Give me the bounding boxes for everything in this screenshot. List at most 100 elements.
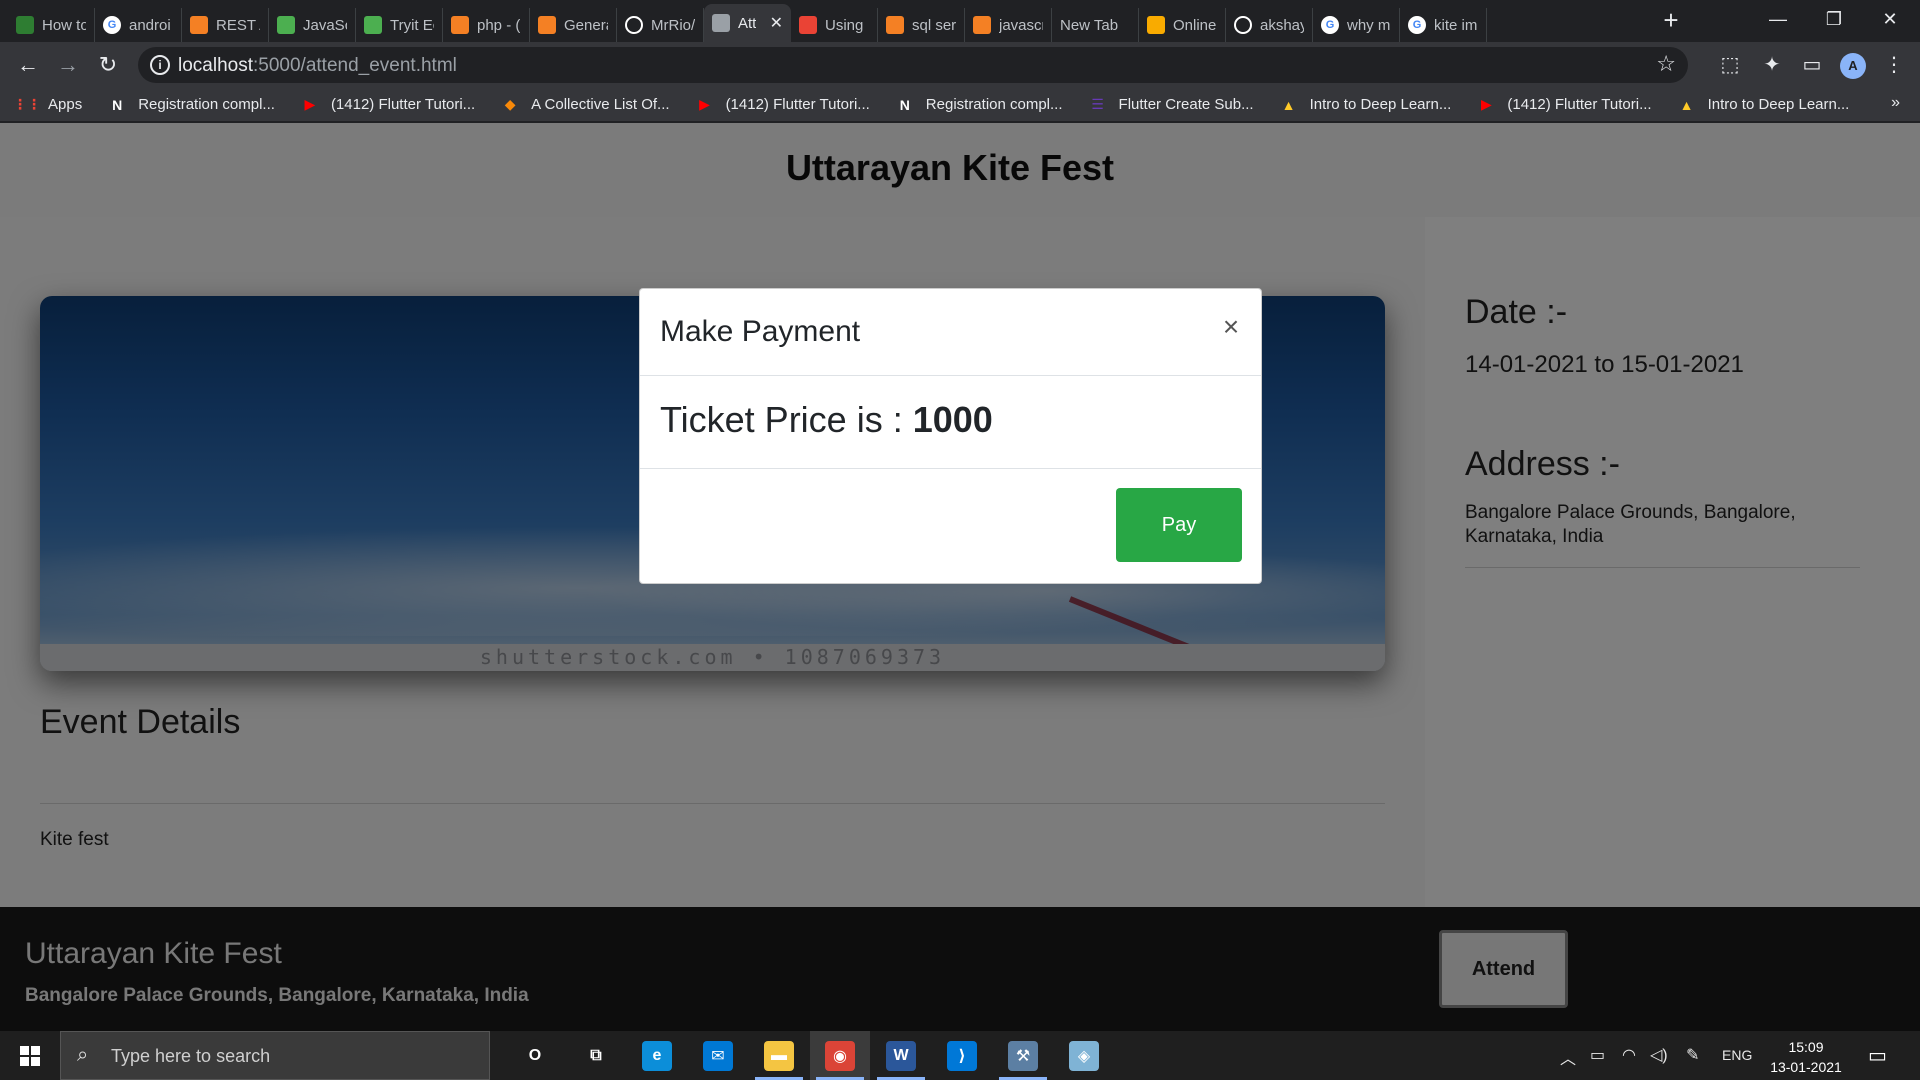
url-host: localhost <box>178 55 253 76</box>
taskbar-app[interactable]: ▬ <box>749 1031 809 1080</box>
bookmark-label: Registration compl... <box>138 96 275 113</box>
bookmark-label: (1412) Flutter Tutori... <box>1507 96 1652 113</box>
notification-center-icon[interactable]: ▭ <box>1868 1043 1887 1068</box>
stackoverflow-icon <box>973 16 991 34</box>
tab-label: Online <box>1173 16 1217 34</box>
browser-tab[interactable]: REST A <box>182 8 269 42</box>
bookmark-item[interactable]: ▶ (1412) Flutter Tutori... <box>696 96 870 114</box>
youtube-icon: ▶ <box>1480 96 1492 112</box>
edge-icon: e <box>642 1040 672 1071</box>
bookmark-item[interactable]: N Registration compl... <box>108 96 275 114</box>
close-tab-icon[interactable]: ✕ <box>770 13 783 33</box>
firebase-icon: ▲ <box>1679 96 1694 113</box>
url-text[interactable]: localhost:5000/attend_event.html <box>178 55 457 77</box>
bookmark-item[interactable]: N Registration compl... <box>896 96 1063 114</box>
new-tab-button[interactable]: + <box>1656 6 1686 36</box>
taskbar-app[interactable]: ◉ <box>810 1031 870 1080</box>
bookmark-item[interactable]: ☰ Flutter Create Sub... <box>1089 96 1253 114</box>
windows-taskbar: ⌕ Type here to search O ⧉ e ✉ ▬ ◉ W ⟩ ⚒ ◈ ︿ ▭ ◠ ◁… <box>0 1031 1920 1080</box>
profile-avatar[interactable]: A <box>1840 53 1866 79</box>
browser-toolbar: ← → ↻ i localhost:5000/attend_event.html… <box>0 42 1920 88</box>
wifi-icon[interactable]: ◠ <box>1622 1045 1636 1065</box>
browser-tab[interactable]: Gkite im <box>1400 8 1487 42</box>
browser-tab[interactable]: Att ✕ <box>704 4 791 42</box>
task-view-icon: ⧉ <box>590 1046 602 1064</box>
tab-label: JavaSc <box>303 16 347 34</box>
battery-icon[interactable]: ▭ <box>1590 1045 1605 1065</box>
taskbar-app[interactable]: ⚒ <box>993 1031 1053 1080</box>
ticket-price-label: Ticket Price is : <box>660 399 913 440</box>
tab-list: How to Gandroi REST A JavaSc Tryit Ec php - (… <box>8 4 1487 42</box>
bookmark-label: Registration compl... <box>925 96 1063 113</box>
stackoverflow-icon <box>451 16 469 34</box>
pen-icon[interactable]: ✎ <box>1686 1045 1699 1065</box>
restore-button[interactable]: ❐ <box>1806 0 1862 40</box>
browser-tab[interactable]: Online <box>1139 8 1226 42</box>
extensions-icon[interactable]: ✦ <box>1758 51 1786 79</box>
browser-tab[interactable]: sql ser <box>878 8 965 42</box>
taskbar-app[interactable]: ◈ <box>1054 1031 1114 1080</box>
payment-modal: Make Payment × Ticket Price is : 1000 Pa… <box>639 288 1262 584</box>
browser-tab[interactable]: Genera <box>530 8 617 42</box>
taskbar-app[interactable]: W <box>871 1031 931 1080</box>
browser-tab[interactable]: Gwhy m <box>1313 8 1400 42</box>
taskbar-app[interactable]: e <box>627 1031 687 1080</box>
address-bar[interactable]: i localhost:5000/attend_event.html ☆ <box>138 47 1688 83</box>
tab-label: How to <box>42 16 86 34</box>
word-icon: W <box>886 1040 916 1071</box>
browser-tab[interactable]: Tryit Ec <box>356 8 443 42</box>
pay-button[interactable]: Pay <box>1116 488 1242 562</box>
forward-icon[interactable]: → <box>52 49 84 81</box>
browser-tab[interactable]: akshay <box>1226 8 1313 42</box>
close-icon[interactable]: × <box>1217 313 1245 343</box>
start-button[interactable] <box>0 1031 60 1080</box>
taskbar-search-box[interactable]: ⌕ Type here to search <box>60 1031 490 1080</box>
w3schools-icon <box>364 16 382 34</box>
bookmark-item[interactable]: ▲ Intro to Deep Learn... <box>1678 96 1850 114</box>
bookmark-label: (1412) Flutter Tutori... <box>330 96 476 113</box>
globe-icon <box>712 14 730 32</box>
bookmark-item[interactable]: ⋮⋮ Apps <box>13 96 83 114</box>
web-page: Uttarayan Kite Fest shutterstock.com • 1… <box>0 123 1920 1031</box>
browser-tab[interactable]: MrRio/ <box>617 8 704 42</box>
windows-logo-icon <box>20 1045 40 1066</box>
show-hidden-icons-icon[interactable]: ︿ <box>1560 1045 1576 1069</box>
bookmark-item[interactable]: ▲ Intro to Deep Learn... <box>1280 96 1452 114</box>
bookmark-star-icon[interactable]: ☆ <box>1656 51 1676 77</box>
browser-tab[interactable]: How to <box>8 8 95 42</box>
browser-tab[interactable]: Gandroi <box>95 8 182 42</box>
browser-tab[interactable]: php - ( <box>443 8 530 42</box>
bookmarks-bar: ⋮⋮ Apps N Registration compl... ▶ (1412) Flut… <box>0 88 1920 122</box>
tab-label: javascr <box>999 16 1043 34</box>
taskbar-clock[interactable]: 15:09 13-01-2021 <box>1756 1037 1856 1077</box>
browser-tab[interactable]: New Tab <box>1052 8 1139 42</box>
bookmark-item[interactable]: ◆ A Collective List Of... <box>501 96 670 114</box>
language-indicator[interactable]: ENG <box>1722 1047 1752 1063</box>
volume-icon[interactable]: ◁) <box>1650 1045 1668 1065</box>
file-explorer-icon: ▬ <box>764 1040 794 1071</box>
site-info-icon[interactable]: i <box>150 55 170 75</box>
cast-icon[interactable]: ▭ <box>1798 51 1826 79</box>
bookmark-label: Apps <box>48 96 83 113</box>
taskbar-app[interactable]: O <box>505 1031 565 1080</box>
bookmarks-overflow-icon[interactable]: » <box>1891 94 1900 112</box>
taskbar-app[interactable]: ✉ <box>688 1031 748 1080</box>
forms-icon: ☰ <box>1091 96 1104 112</box>
mail-icon: ✉ <box>703 1040 733 1071</box>
bookmark-item[interactable]: ▶ (1412) Flutter Tutori... <box>301 96 476 114</box>
back-icon[interactable]: ← <box>12 49 44 81</box>
taskbar-app[interactable]: ⧉ <box>566 1031 626 1080</box>
close-window-button[interactable]: ✕ <box>1862 0 1918 40</box>
browser-tab[interactable]: JavaSc <box>269 8 356 42</box>
menu-kebab-icon[interactable]: ⋮ <box>1880 51 1908 79</box>
taskbar-app[interactable]: ⟩ <box>932 1031 992 1080</box>
browser-tab[interactable]: Using <box>791 8 878 42</box>
browser-tab[interactable]: javascr <box>965 8 1052 42</box>
tab-label: php - ( <box>477 16 521 34</box>
minimize-button[interactable]: — <box>1750 0 1806 40</box>
chrome-icon: ◉ <box>825 1040 855 1071</box>
screenshot-icon[interactable]: ⬚ <box>1716 51 1744 79</box>
bookmark-item[interactable]: ▶ (1412) Flutter Tutori... <box>1477 96 1652 114</box>
reload-icon[interactable]: ↻ <box>92 49 124 81</box>
tab-label: akshay <box>1260 16 1304 34</box>
